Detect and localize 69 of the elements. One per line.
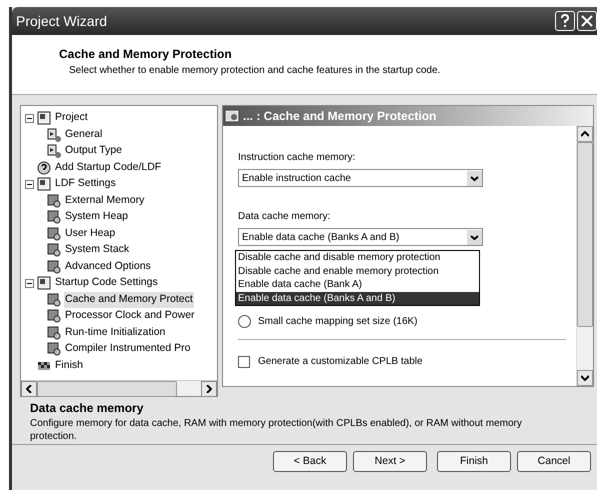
folder-icon [37,177,51,192]
settings-icon [47,326,61,340]
folder-icon [37,111,51,126]
tree-item[interactable]: System Stack [64,242,130,258]
scroll-right-button[interactable] [201,381,217,397]
wizard-button[interactable]: Finish [437,451,511,472]
tree-item[interactable]: Project [54,110,89,126]
tree-item[interactable]: Startup Code Settings [54,275,159,292]
settings-icon [47,243,61,258]
help-button[interactable] [555,11,575,31]
tree-item[interactable]: Advanced Options [64,258,152,275]
close-button[interactable] [577,11,597,31]
dropdown-option[interactable]: Disable cache and disable memory protection [236,251,479,264]
tree-item[interactable]: Compiler Instrumented Pro [64,341,192,358]
tree-item[interactable]: LDF Settings [54,176,117,192]
wizard-button[interactable]: Cancel [517,451,591,472]
field-label: Data cache memory: [238,210,332,224]
caret-icon [467,230,482,244]
dropdown-option[interactable]: Disable cache and enable memory protection [236,264,479,278]
settings-icon [47,210,61,224]
instruction-cache-dropdown[interactable]: Enable instruction cache [238,169,483,187]
info-text: Configure memory for data cache, RAM with memory protection(with CPLBs enabled), or RAM without memory protection. [30,417,523,443]
page-icon [47,128,61,142]
header-subtitle: Select whether to enable memory protection and cache features in the startup code. [68,64,442,78]
horizontal-scrollbar[interactable] [21,380,217,396]
scroll-left-button[interactable] [21,381,37,397]
tree-item[interactable]: General [64,126,104,143]
tree-item[interactable]: Output Type [64,143,124,160]
collapse-toggle[interactable] [25,278,34,288]
scroll-up-button[interactable] [577,126,593,142]
tree-item[interactable]: Cache and Memory Protect [64,292,194,308]
field-label: Instruction cache memory: [238,151,356,165]
folder-icon [37,276,51,290]
collapse-toggle[interactable] [25,180,34,189]
dropdown-option[interactable]: Enable data cache (Bank A) [236,278,479,292]
settings-icon [47,292,61,307]
settings-icon [47,309,61,324]
question-icon [37,160,51,175]
scrollbar-thumb[interactable] [37,381,177,397]
page-icon [47,144,61,158]
vertical-scrollbar[interactable] [576,126,593,386]
window-title: Project Wizard [16,12,108,31]
scroll-down-button[interactable] [577,370,593,386]
data-cache-dropdown[interactable]: Enable data cache (Banks A and B) [238,228,483,246]
close-icon [581,15,593,27]
tree-item[interactable]: Run-time Initialization [64,324,166,341]
info-title: Data cache memory [30,400,144,417]
dropdown-option[interactable]: Enable data cache (Banks A and B) [236,292,479,305]
caret-icon [467,170,482,186]
tree-item[interactable]: User Heap [64,226,116,242]
tree-item[interactable]: System Heap [64,209,130,226]
wizard-button[interactable]: < Back [273,451,347,472]
panel-title: ... : Cache and Memory Protection [243,108,436,125]
tree-item[interactable]: Processor Clock and Power [64,308,196,324]
tree-item[interactable]: Finish [54,358,84,374]
settings-icon [47,260,61,274]
checkbox[interactable]: Generate a customizable CPLB table [238,354,423,369]
settings-icon [47,342,61,356]
wizard-button[interactable]: Next > [353,451,427,472]
settings-icon [47,194,61,208]
tree-item[interactable]: External Memory [64,192,146,209]
collapse-toggle[interactable] [25,114,34,123]
tree-item[interactable]: Add Startup Code/LDF [54,160,162,176]
help-icon [560,14,570,28]
radio-button[interactable]: Small cache mapping set size (16K) [238,314,418,329]
gear-icon [225,110,239,122]
scrollbar-thumb[interactable] [577,142,593,327]
header-title: Cache and Memory Protection [59,46,233,63]
settings-icon [47,226,61,241]
